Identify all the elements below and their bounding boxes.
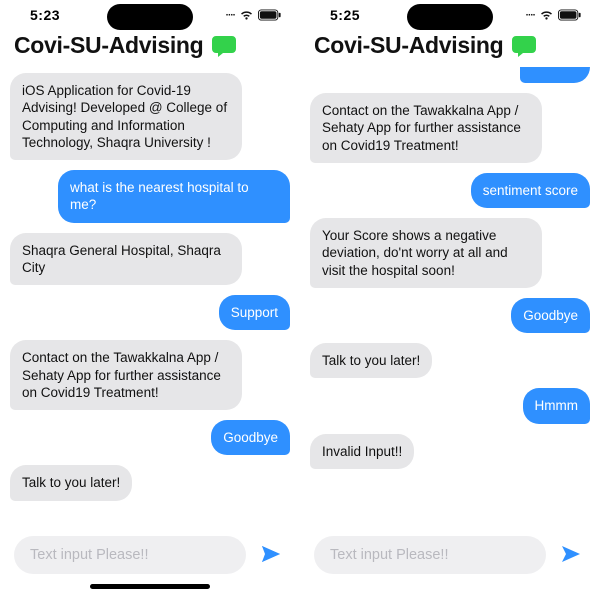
bottom-spacer <box>300 584 600 595</box>
message-user: Support <box>219 295 290 330</box>
message-text: Talk to you later! <box>322 353 420 368</box>
message-user-partial <box>520 67 590 83</box>
message-text: Goodbye <box>523 308 578 323</box>
message-input[interactable] <box>314 536 546 574</box>
wifi-icon <box>239 10 254 21</box>
message-text: Contact on the Tawakkalna App / Sehaty A… <box>22 350 221 400</box>
status-time: 5:25 <box>330 7 360 23</box>
message-text: Talk to you later! <box>22 475 120 490</box>
message-text: Contact on the Tawakkalna App / Sehaty A… <box>322 103 521 153</box>
message-text: what is the nearest hospital to me? <box>70 180 249 212</box>
message-text: iOS Application for Covid-19 Advising! D… <box>22 83 227 150</box>
battery-icon <box>258 9 282 21</box>
signal-icon: ···· <box>226 10 235 21</box>
message-text: Support <box>231 305 278 320</box>
notch <box>107 4 193 30</box>
chat-area[interactable]: Contact on the Tawakkalna App / Sehaty A… <box>300 67 600 528</box>
input-row <box>0 528 300 584</box>
message-user: Goodbye <box>211 420 290 455</box>
message-user: what is the nearest hospital to me? <box>58 170 290 223</box>
send-icon <box>259 542 283 569</box>
input-row <box>300 528 600 584</box>
chat-area[interactable]: iOS Application for Covid-19 Advising! D… <box>0 67 300 528</box>
home-indicator <box>90 584 210 589</box>
message-text: Your Score shows a negative deviation, d… <box>322 228 508 278</box>
phone-right: 5:25 ···· Covi-SU-Advising Contact on th… <box>300 0 600 595</box>
message-user: Goodbye <box>511 298 590 333</box>
message-user: sentiment score <box>471 173 590 208</box>
app-header: Covi-SU-Advising <box>0 30 300 67</box>
app-title: Covi-SU-Advising <box>314 32 503 59</box>
message-bot: Talk to you later! <box>10 465 132 500</box>
screenshot-canvas: 5:23 ···· Covi-SU-Advising iOS Applicati… <box>0 0 600 595</box>
message-text: Goodbye <box>223 430 278 445</box>
message-text: Shaqra General Hospital, Shaqra City <box>22 243 221 275</box>
message-bot: Contact on the Tawakkalna App / Sehaty A… <box>10 340 242 410</box>
send-button[interactable] <box>256 540 286 570</box>
message-bot: Shaqra General Hospital, Shaqra City <box>10 233 242 286</box>
chat-bubble-icon <box>511 35 537 57</box>
chat-bubble-icon <box>211 35 237 57</box>
app-header: Covi-SU-Advising <box>300 30 600 67</box>
message-bot: iOS Application for Covid-19 Advising! D… <box>10 73 242 160</box>
message-bot: Your Score shows a negative deviation, d… <box>310 218 542 288</box>
status-right: ···· <box>226 9 282 21</box>
message-bot: Invalid Input!! <box>310 434 414 469</box>
message-bot: Talk to you later! <box>310 343 432 378</box>
message-bot: Contact on the Tawakkalna App / Sehaty A… <box>310 93 542 163</box>
status-time: 5:23 <box>30 7 60 23</box>
message-text: Hmmm <box>535 398 579 413</box>
app-title: Covi-SU-Advising <box>14 32 203 59</box>
send-button[interactable] <box>556 540 586 570</box>
phone-left: 5:23 ···· Covi-SU-Advising iOS Applicati… <box>0 0 300 595</box>
message-text: sentiment score <box>483 183 578 198</box>
wifi-icon <box>539 10 554 21</box>
signal-icon: ···· <box>526 10 535 21</box>
battery-icon <box>558 9 582 21</box>
notch <box>407 4 493 30</box>
message-user: Hmmm <box>523 388 591 423</box>
send-icon <box>559 542 583 569</box>
status-right: ···· <box>526 9 582 21</box>
message-input[interactable] <box>14 536 246 574</box>
message-text: Invalid Input!! <box>322 444 402 459</box>
